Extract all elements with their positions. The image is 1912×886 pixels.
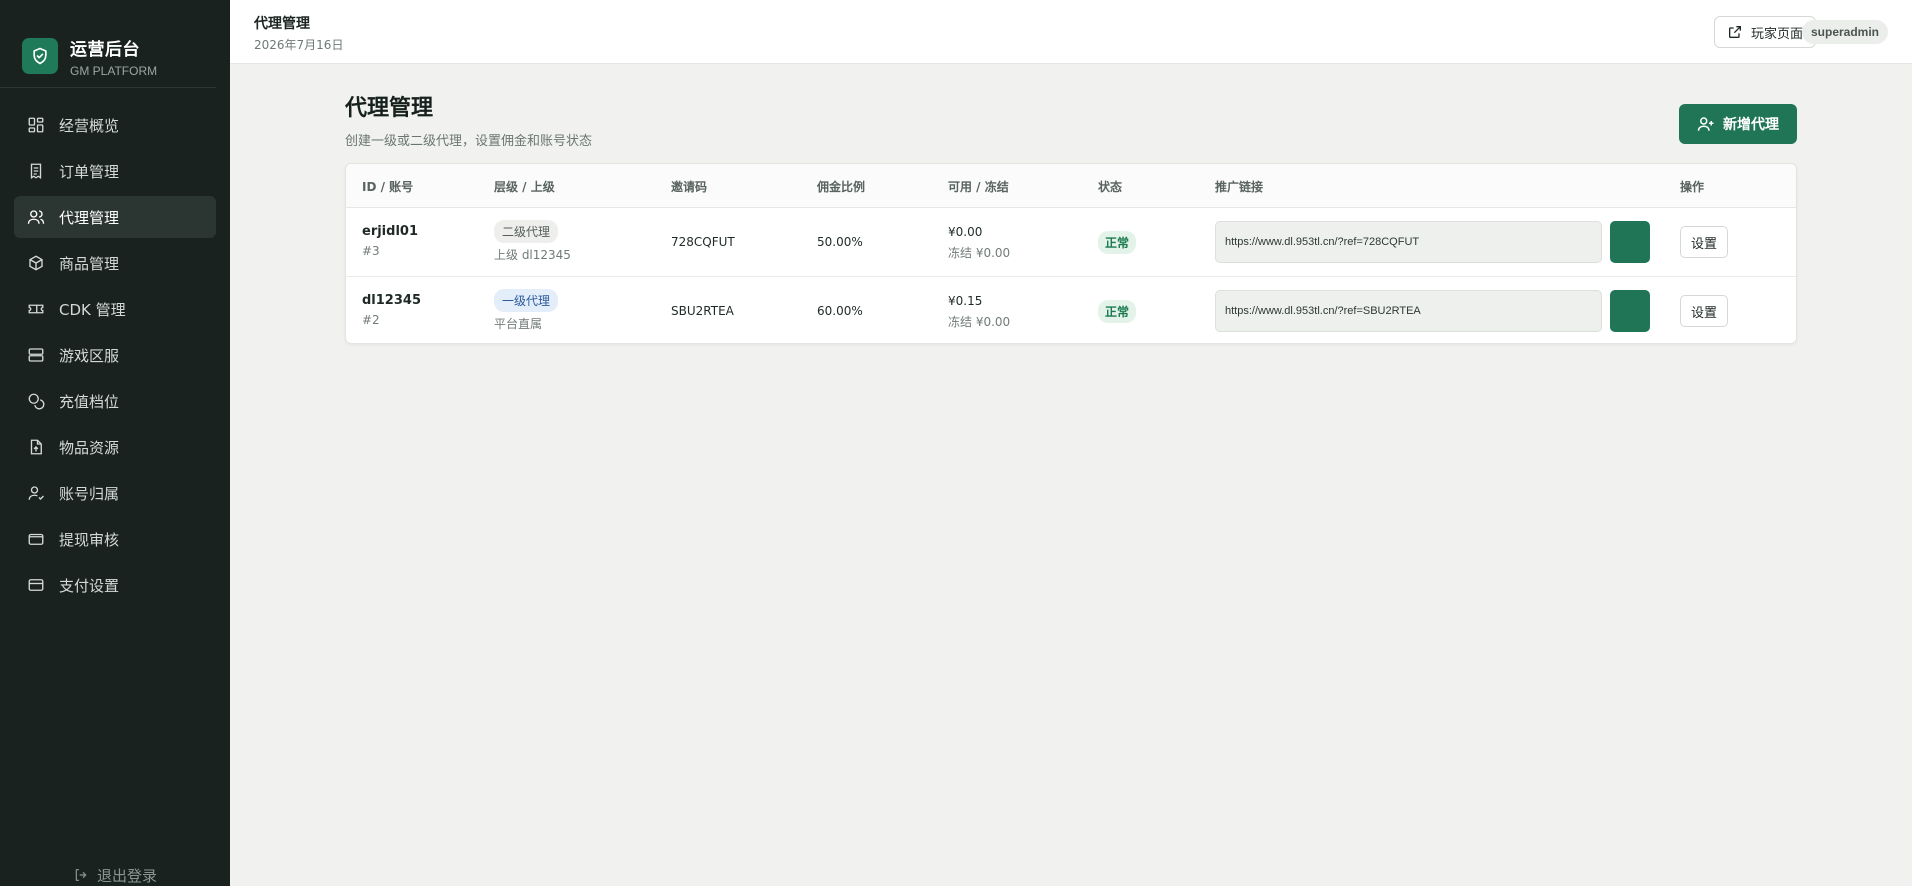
sidebar-item-cdk[interactable]: CDK 管理: [14, 288, 216, 330]
frozen-balance: 冻结 ¥0.00: [948, 315, 1011, 329]
shield-logo-icon: [22, 38, 58, 74]
column-header: 邀请码: [671, 180, 708, 194]
topbar-date: 2026年7月16日: [254, 38, 344, 52]
sidebar-item-label: 支付设置: [59, 576, 120, 595]
column-header: 可用 / 冻结: [948, 180, 1009, 194]
file-upload-icon: [30, 439, 42, 455]
page-title: 代理管理: [345, 96, 434, 121]
sidebar: 运营后台 GM PLATFORM 经营概览 订单管理 代理管理 商品管理 CDK…: [0, 0, 230, 886]
topbar-title: 代理管理: [254, 16, 310, 32]
sidebar-item-label: 充值档位: [59, 392, 120, 411]
wallet-icon: [28, 533, 44, 545]
sidebar-item-label: 订单管理: [59, 162, 120, 181]
settings-button[interactable]: 设置: [1680, 226, 1728, 258]
account-name: erjidl01: [362, 224, 418, 239]
add-agent-label: 新增代理: [1723, 117, 1779, 133]
column-header: ID / 账号: [362, 180, 414, 194]
promo-link-input[interactable]: [1215, 221, 1602, 263]
logout-icon: [75, 869, 87, 881]
sidebar-item-label: 提现审核: [59, 530, 120, 549]
sidebar-item-servers[interactable]: 游戏区服: [14, 334, 216, 376]
brand-subtitle: GM PLATFORM: [70, 63, 158, 78]
sidebar-item-orders[interactable]: 订单管理: [14, 150, 216, 192]
user-chip[interactable]: superadmin: [1801, 20, 1888, 44]
parent-agent: 上级 dl12345: [494, 248, 571, 262]
user-plus-icon: [1697, 117, 1714, 131]
sidebar-nav: 经营概览 订单管理 代理管理 商品管理 CDK 管理 游戏区服 充值档位 物品资…: [14, 104, 216, 610]
sidebar-item-products[interactable]: 商品管理: [14, 242, 216, 284]
column-header: 佣金比例: [817, 180, 866, 194]
copy-link-button[interactable]: [1610, 290, 1650, 332]
account-id: #2: [362, 313, 380, 327]
promo-link-input[interactable]: [1215, 290, 1602, 332]
users-icon: [27, 210, 45, 224]
sidebar-item-account-owner[interactable]: 账号归属: [14, 472, 216, 514]
sidebar-item-label: 物品资源: [59, 438, 120, 457]
level-badge: 一级代理: [494, 289, 559, 312]
brand: 运营后台 GM PLATFORM: [0, 0, 216, 88]
status-badge: 正常: [1098, 300, 1137, 323]
ticket-icon: [28, 304, 44, 314]
sidebar-item-resources[interactable]: 物品资源: [14, 426, 216, 468]
dashboard-icon: [28, 117, 44, 133]
sidebar-item-label: 商品管理: [59, 254, 120, 273]
sidebar-item-payment[interactable]: 支付设置: [14, 564, 216, 606]
status-badge: 正常: [1098, 231, 1137, 254]
table-row: erjidl01 #3 二级代理 上级 dl12345 728CQFUT 50.…: [346, 208, 1796, 276]
sidebar-item-withdraw[interactable]: 提现审核: [14, 518, 216, 560]
sidebar-item-label: 账号归属: [59, 484, 120, 503]
logout-label: 退出登录: [96, 866, 157, 885]
frozen-balance: 冻结 ¥0.00: [948, 246, 1011, 260]
external-link-icon: [1728, 26, 1741, 38]
sidebar-item-overview[interactable]: 经营概览: [14, 104, 216, 146]
player-page-label: 玩家页面: [1750, 26, 1803, 42]
settings-button[interactable]: 设置: [1680, 295, 1728, 327]
table-row: dl12345 #2 一级代理 平台直属 SBU2RTEA 60.00% ¥0.…: [346, 276, 1796, 343]
column-header: 推广链接: [1215, 180, 1264, 194]
sidebar-item-label: 代理管理: [59, 208, 120, 227]
level-badge: 二级代理: [494, 220, 559, 243]
commission-rate: 60.00%: [817, 304, 863, 318]
topbar: 代理管理 2026年7月16日 玩家页面 superadmin: [230, 0, 1912, 64]
credit-card-icon: [28, 579, 44, 591]
sidebar-item-recharge[interactable]: 充值档位: [14, 380, 216, 422]
column-header: 层级 / 上级: [494, 180, 555, 194]
agent-table: ID / 账号 层级 / 上级 邀请码 佣金比例 可用 / 冻结 状态 推广链接…: [345, 163, 1797, 344]
player-page-button[interactable]: 玩家页面: [1713, 16, 1816, 48]
page-header: 代理管理 创建一级或二级代理，设置佣金和账号状态: [345, 90, 592, 149]
commission-rate: 50.00%: [817, 235, 863, 249]
coins-icon: [28, 393, 45, 410]
available-balance: ¥0.15: [948, 294, 983, 308]
sidebar-item-label: 游戏区服: [59, 346, 120, 365]
user-check-icon: [28, 486, 44, 500]
copy-link-button[interactable]: [1610, 221, 1650, 263]
invite-code: SBU2RTEA: [671, 304, 734, 318]
receipt-icon: [30, 163, 42, 180]
column-header: 状态: [1098, 180, 1123, 194]
sidebar-item-label: 经营概览: [59, 116, 120, 135]
available-balance: ¥0.00: [948, 225, 983, 239]
logout-button[interactable]: 退出登录: [0, 864, 230, 886]
table-header: ID / 账号 层级 / 上级 邀请码 佣金比例 可用 / 冻结 状态 推广链接…: [346, 164, 1796, 208]
add-agent-button[interactable]: 新增代理: [1679, 104, 1797, 144]
parent-agent: 平台直属: [494, 317, 543, 331]
sidebar-item-label: CDK 管理: [59, 300, 126, 319]
package-icon: [29, 255, 43, 271]
brand-title: 运营后台: [70, 39, 140, 60]
column-header: 操作: [1680, 180, 1705, 194]
invite-code: 728CQFUT: [671, 235, 735, 249]
sidebar-item-agents[interactable]: 代理管理: [14, 196, 216, 238]
account-name: dl12345: [362, 293, 421, 308]
account-id: #3: [362, 244, 380, 258]
page-description: 创建一级或二级代理，设置佣金和账号状态: [345, 134, 593, 149]
server-icon: [28, 348, 44, 362]
